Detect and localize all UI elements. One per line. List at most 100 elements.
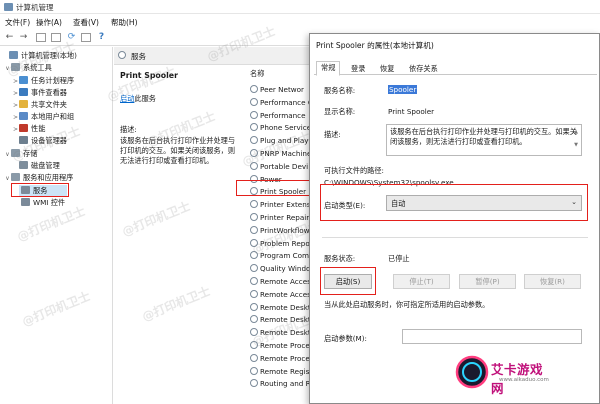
menu-action[interactable]: 操作(A) — [36, 17, 62, 28]
stop-button[interactable]: 停止(T) — [393, 274, 450, 289]
gear-icon — [118, 51, 126, 59]
service-row[interactable]: Performance — [250, 109, 314, 122]
service-row-name: Performance C — [260, 97, 313, 107]
gear-icon — [250, 136, 258, 145]
description-label: 描述: — [120, 125, 137, 134]
description-box[interactable]: 该服务在后台执行打印作业并处理与打印机的交互。如果关闭该服务，则无法进行打印或查… — [386, 124, 582, 156]
performance-icon — [19, 124, 28, 132]
properties-dialog: Print Spooler 的属性(本地计算机) 常规 登录 恢复 依存关系 服… — [309, 33, 600, 404]
tree-item-event-viewer[interactable]: > 事件查看器 — [12, 87, 67, 99]
apps-icon — [11, 173, 20, 181]
gear-icon — [250, 110, 258, 119]
title-bar: 计算机管理 — [0, 0, 600, 14]
tab-logon[interactable]: 登录 — [346, 62, 370, 75]
highlight-startup-type-box — [320, 184, 588, 221]
event-icon — [19, 88, 28, 96]
window-title: 计算机管理 — [16, 3, 54, 12]
service-name-label: 服务名称: — [324, 86, 356, 95]
highlight-start-button-box — [320, 267, 376, 295]
service-row[interactable]: Performance C — [250, 96, 314, 109]
display-name-label: 显示名称: — [324, 107, 356, 116]
clock-icon — [19, 76, 28, 84]
gear-icon — [250, 97, 258, 106]
gear-icon — [250, 264, 258, 273]
service-row-name: Remote Access — [260, 289, 314, 299]
computer-management-icon — [4, 3, 13, 11]
gear-icon — [250, 302, 258, 311]
service-row[interactable]: Quality Windo — [250, 262, 314, 275]
chevron-down-icon[interactable]: ∨ — [4, 173, 11, 185]
service-row[interactable]: Routing and R — [250, 377, 314, 390]
resume-button[interactable]: 恢复(R) — [524, 274, 581, 289]
tree-item-wmi-control[interactable]: WMI 控件 — [19, 197, 65, 209]
back-icon[interactable]: ← — [4, 32, 15, 43]
gear-icon — [250, 213, 258, 221]
wmi-icon — [21, 198, 30, 206]
tree-item-local-users[interactable]: > 本地用户和组 — [12, 111, 74, 123]
start-params-input[interactable] — [402, 329, 582, 344]
service-row-name: Portable Devi — [260, 161, 309, 171]
path-label: 可执行文件的路径: — [324, 166, 384, 175]
gear-icon — [250, 379, 258, 388]
service-row-name: Remote Regis — [260, 366, 310, 376]
tree-item-performance[interactable]: > 性能 — [12, 123, 45, 135]
menu-help[interactable]: 帮助(H) — [111, 17, 138, 28]
folder-icon — [19, 100, 28, 108]
dialog-title: Print Spooler 的属性(本地计算机) — [316, 41, 434, 50]
gear-icon — [250, 315, 258, 324]
divider — [322, 237, 588, 238]
service-row-name: Quality Windo — [260, 264, 311, 274]
console-tree-icon[interactable] — [36, 33, 46, 42]
description-label: 描述: — [324, 130, 341, 139]
tab-dependencies[interactable]: 依存关系 — [404, 62, 443, 75]
description-scrollbar[interactable]: ▲ ▼ — [572, 126, 580, 153]
gear-icon — [250, 225, 258, 234]
tree-item-task-scheduler[interactable]: > 任务计划程序 — [12, 75, 74, 87]
service-status-label: 服务状态: — [324, 254, 356, 263]
service-row-name: Printer Extensi — [260, 200, 313, 210]
services-header-title: 服务 — [131, 52, 146, 61]
gear-icon — [250, 200, 258, 209]
gear-icon — [250, 353, 258, 362]
service-status-value: 已停止 — [388, 254, 410, 263]
service-row-name: Remote Deskt — [260, 302, 311, 312]
menu-file[interactable]: 文件(F) — [5, 17, 30, 28]
gear-icon — [250, 123, 258, 132]
forward-icon[interactable]: → — [18, 32, 29, 43]
tab-recovery[interactable]: 恢复 — [375, 62, 399, 75]
pause-button[interactable]: 暂停(P) — [459, 274, 516, 289]
service-row[interactable]: Printer Extensi — [250, 198, 314, 211]
service-row[interactable]: Remote Regis — [250, 365, 314, 378]
logo-url: www.aikaduo.com — [499, 377, 549, 383]
service-row-name: Remote Proce — [260, 353, 310, 363]
service-row[interactable]: Peer Networ — [250, 83, 314, 96]
gear-icon — [250, 289, 258, 298]
gear-icon — [250, 366, 258, 375]
service-row-name: Remote Access — [260, 277, 314, 286]
service-row-name: Routing and R — [260, 379, 311, 389]
menu-view[interactable]: 查看(V) — [73, 17, 99, 28]
highlight-services-box — [11, 183, 69, 197]
service-row-name: Performance — [260, 110, 306, 120]
tree-item-shared-folders[interactable]: > 共享文件夹 — [12, 99, 67, 111]
gear-icon — [250, 85, 258, 93]
column-name-header[interactable]: 名称 — [250, 69, 264, 79]
highlight-print-spooler-box — [236, 180, 312, 196]
tab-general[interactable]: 常规 — [316, 61, 341, 76]
display-name-value[interactable]: Print Spooler — [388, 107, 434, 116]
service-row[interactable]: Remote Proce — [250, 352, 314, 365]
menu-bar: 文件(F) 操作(A) 查看(V) 帮助(H) — [0, 14, 600, 29]
service-row[interactable]: Remote Access — [250, 288, 314, 301]
help-icon[interactable]: ? — [96, 32, 107, 43]
service-name-value[interactable]: Spooler — [388, 85, 418, 94]
service-row[interactable]: Remote Access — [250, 275, 314, 288]
description-text: 该服务在后台执行打印作业并处理与打印机的交互。如果关闭该服务，则无法进行打印或查… — [120, 136, 236, 165]
users-icon — [19, 112, 28, 120]
dialog-tabs: 常规 登录 恢复 依存关系 — [314, 60, 597, 76]
service-row-name: Peer Networ — [260, 85, 305, 94]
start-params-hint: 当从此处启动服务时，你可指定所适用的启动参数。 — [324, 300, 490, 309]
site-logo: 艾卡游戏网 www.aikaduo.com — [455, 352, 555, 396]
export-list-icon[interactable] — [81, 33, 91, 42]
start-params-label: 启动参数(M): — [324, 334, 367, 343]
gear-icon — [250, 277, 258, 285]
